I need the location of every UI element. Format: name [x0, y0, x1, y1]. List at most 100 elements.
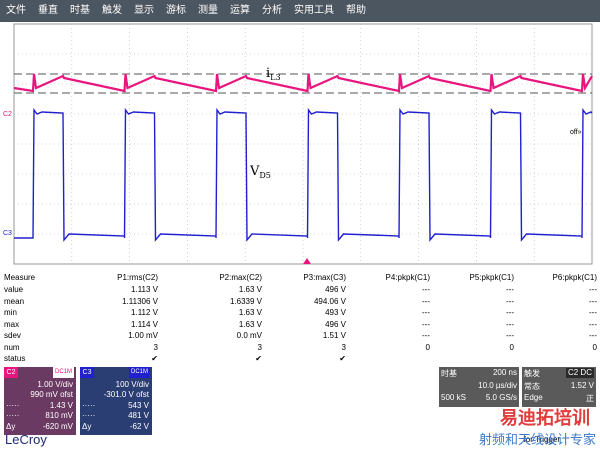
measure-cell[interactable]: P6:pkpk(C1): [553, 273, 597, 282]
measure-cell[interactable]: P2:max(C2): [219, 273, 262, 282]
measure-cell[interactable]: P1:rms(C2): [117, 273, 158, 282]
ch3-delta: -62 V: [129, 422, 149, 431]
measure-row: min 1.112 V 1.63 V 493 V --- --- ---: [0, 308, 600, 319]
ch2-offset: 990 mV ofst: [30, 390, 73, 399]
ch2-cursor1-label: ·····: [6, 401, 20, 410]
measure-cell: ✔: [255, 354, 262, 363]
measure-cell: 0: [509, 342, 514, 352]
measure-cell: ---: [422, 285, 430, 294]
menu-item[interactable]: 垂直: [32, 0, 64, 22]
trigger-slope: 正: [586, 394, 594, 403]
measure-cell: 1.63 V: [238, 319, 262, 329]
measure-row: status ✔ ✔ ✔: [0, 354, 600, 365]
waveform-canvas: C2 C3 iL3 VD5 off»: [3, 23, 593, 265]
menu-item[interactable]: 测量: [192, 0, 224, 22]
measure-cell: 3: [257, 342, 262, 352]
ch2-cursor1: 1.43 V: [49, 401, 73, 410]
measure-cell: 1.63 V: [238, 308, 262, 317]
ch2-descriptor[interactable]: C2 DC1M 1.00 V/div 990 mV ofst ····· 1.43…: [4, 367, 76, 435]
ch2-delta-label: Δy: [6, 422, 16, 431]
measure-cell: ---: [506, 308, 514, 317]
measure-row: num 3 3 3 0 0 0: [0, 343, 600, 354]
menu-item[interactable]: 时基: [64, 0, 96, 22]
menu-item[interactable]: 显示: [128, 0, 160, 22]
ch3-cursor1-label: ·····: [82, 401, 96, 410]
timebase-descriptor[interactable]: 时基 200 ns 10.0 µs/div 500 kS 5.0 GS/s: [439, 367, 519, 407]
measure-cell: ---: [422, 296, 430, 306]
menu-item[interactable]: 触发: [96, 0, 128, 22]
trigger-mode: 常态: [524, 382, 540, 391]
ch2-vdiv: 1.00 V/div: [37, 380, 73, 389]
menu-item[interactable]: 游标: [160, 0, 192, 22]
measure-cell: ---: [589, 319, 597, 329]
ch3-cursor1: 543 V: [128, 401, 149, 410]
ch3-cursor2: 481 V: [128, 411, 149, 420]
measure-cell: ---: [589, 331, 597, 340]
watermark-brand: 易迪拓培训: [500, 408, 590, 429]
measure-label: max: [4, 319, 20, 329]
ch2-coupling: DC1M: [52, 367, 74, 378]
measure-cell: 1.113 V: [131, 285, 158, 294]
measure-cell: ---: [506, 319, 514, 329]
measure-cell: 1.63 V: [238, 285, 262, 294]
ch3-descriptor[interactable]: C3 DC1M 100 V/div -301.0 V ofst ····· 543…: [80, 367, 152, 435]
measure-cell: 494.06 V: [313, 296, 346, 306]
measure-row: sdev 1.00 mV 0.0 mV 1.51 V --- --- ---: [0, 331, 600, 342]
measure-cell: ---: [422, 319, 430, 329]
menu-item[interactable]: 文件: [0, 0, 32, 22]
measure-cell: 0.0 mV: [236, 331, 262, 340]
ch3-header: C3 DC1M: [80, 367, 152, 378]
measure-cell[interactable]: P3:max(C3): [303, 273, 346, 282]
menu-bar: 文件 垂直 时基 触发 显示 游标 测量 运算 分析 实用工具 帮助: [0, 0, 600, 22]
measure-cell: 496 V: [325, 319, 346, 329]
ch3-cursor2-label: ·····: [82, 411, 96, 420]
trigger-descriptor[interactable]: 触发 C2 DC 常态 1.52 V Edge 正: [522, 367, 596, 407]
menu-item[interactable]: 帮助: [340, 0, 372, 22]
measure-label: status: [4, 354, 26, 363]
measure-cell: 1.114 V: [131, 319, 158, 329]
measure-cell: ---: [589, 308, 597, 317]
offscreen-indicator[interactable]: off»: [570, 129, 582, 136]
measure-cell: ---: [506, 331, 514, 340]
lecroy-logo: LeCroy: [5, 432, 47, 447]
measure-label: min: [4, 308, 17, 317]
ch3-vdiv: 100 V/div: [115, 380, 149, 389]
measure-cell: 0: [425, 342, 430, 352]
measure-cell: ---: [589, 296, 597, 306]
menu-item[interactable]: 运算: [224, 0, 256, 22]
measure-cell: ✔: [339, 354, 346, 363]
measure-cell: 1.51 V: [322, 331, 346, 340]
measure-row: mean 1.11306 V 1.6339 V 494.06 V --- --- ---: [0, 297, 600, 308]
timebase-delay: 200 ns: [492, 368, 517, 377]
measure-cell: 496 V: [325, 285, 346, 294]
ch2-cursor2: 810 mV: [45, 411, 73, 420]
measure-cell: 0: [592, 342, 597, 352]
menu-item[interactable]: 实用工具: [288, 0, 340, 22]
ch2-tag: C2: [4, 367, 18, 378]
measure-cell: ---: [506, 296, 514, 306]
waveform-display[interactable]: C2 C3 iL3 VD5 off»: [0, 22, 600, 267]
ch2-ground-marker[interactable]: C2: [3, 111, 12, 118]
measure-row: value 1.113 V 1.63 V 496 V --- --- ---: [0, 285, 600, 296]
timebase-tdiv: 10.0 µs/div: [478, 381, 517, 390]
measure-cell: ---: [422, 308, 430, 317]
measure-cell: ---: [506, 285, 514, 294]
trigger-type: Edge: [524, 393, 543, 402]
measure-cell: ---: [589, 285, 597, 294]
measure-cell[interactable]: P4:pkpk(C1): [386, 273, 430, 282]
measure-cell: ✔: [151, 354, 158, 363]
measure-cell: 1.11306 V: [122, 296, 158, 306]
measure-cell: 3: [341, 342, 346, 352]
menu-item[interactable]: 分析: [256, 0, 288, 22]
measure-cell[interactable]: P5:pkpk(C1): [470, 273, 514, 282]
measure-cell: 3: [153, 342, 158, 352]
ch3-coupling: DC1M: [128, 367, 150, 378]
timebase-samples: 500 kS: [441, 393, 466, 402]
measure-cell: 493 V: [325, 308, 346, 317]
trigger-level: 1.52 V: [570, 381, 594, 390]
ch3-ground-marker[interactable]: C3: [3, 230, 12, 237]
measure-label: mean: [4, 296, 25, 306]
timebase-title: 时基: [441, 369, 457, 378]
measure-label: sdev: [4, 331, 21, 340]
measure-header-row: Measure P1:rms(C2) P2:max(C2) P3:max(C3) P4:…: [0, 273, 600, 284]
